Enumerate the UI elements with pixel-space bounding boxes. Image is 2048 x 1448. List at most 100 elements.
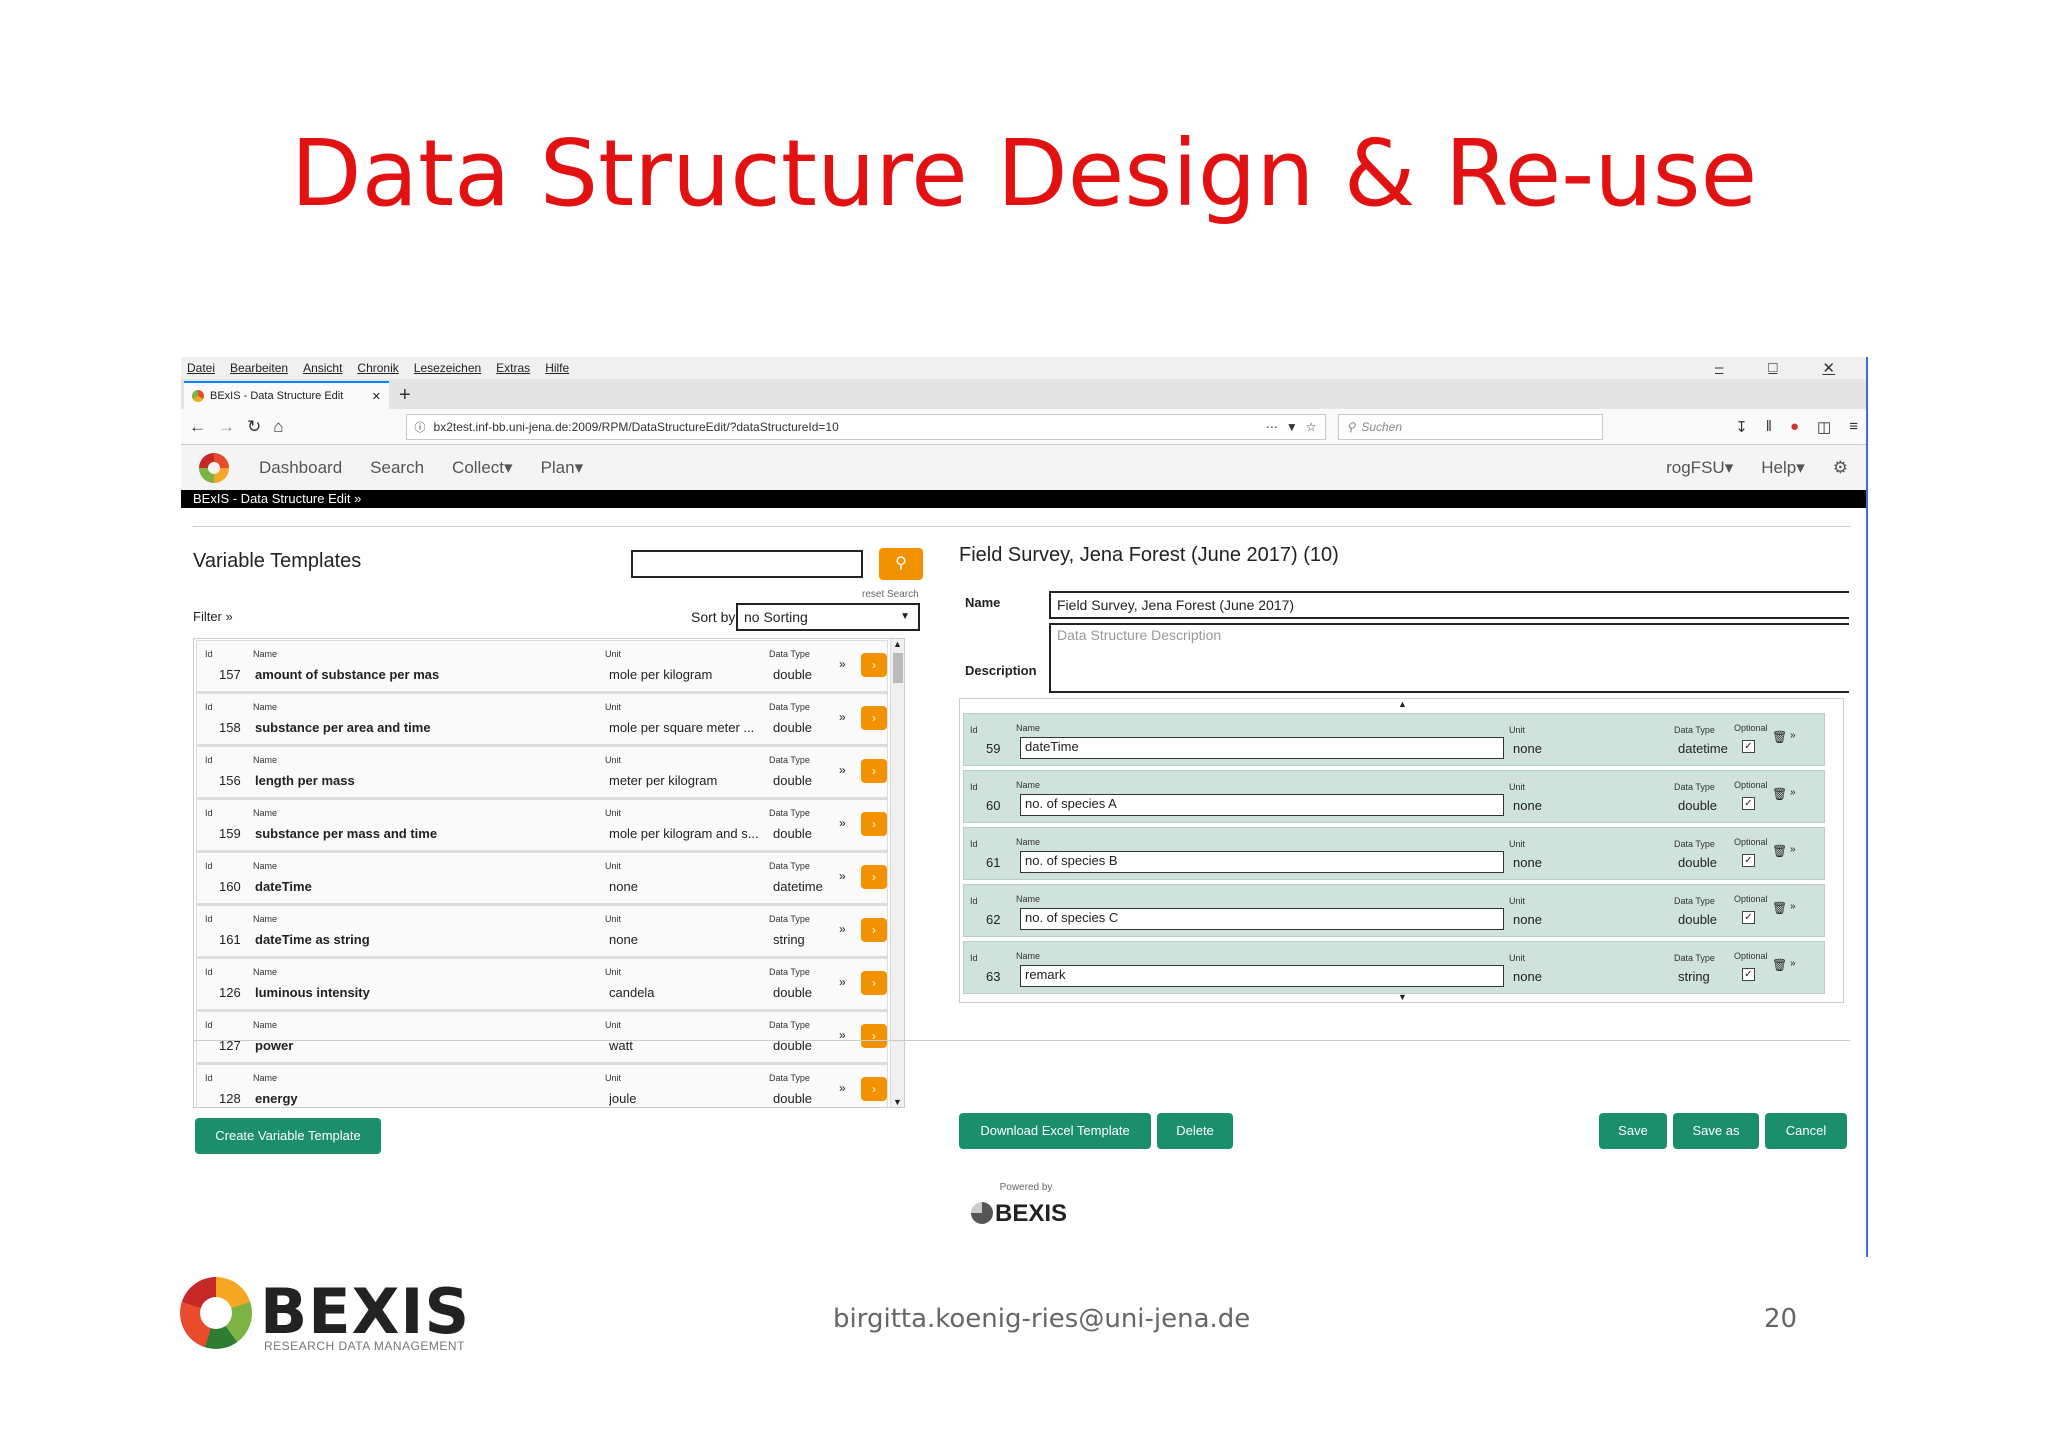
add-template-button[interactable]: › (861, 971, 887, 995)
template-row[interactable]: Id 159 Name substance per mass and time Unit… (196, 799, 888, 851)
expand-chevron-icon[interactable]: » (1790, 787, 1796, 798)
expand-chevron-icon[interactable]: » (839, 922, 846, 936)
back-icon[interactable]: ← (189, 417, 206, 437)
menu-lesezeichen[interactable]: Lesezeichen (414, 361, 481, 375)
reset-search-link[interactable]: reset Search (862, 589, 919, 600)
new-tab-icon[interactable]: + (399, 384, 411, 407)
expand-chevron-icon[interactable]: » (839, 1081, 846, 1095)
template-row[interactable]: Id 157 Name amount of substance per mas Unit… (196, 640, 888, 692)
url-bar[interactable]: ⓘ bx2test.inf-bb.uni-jena.de:2009/RPM/Da… (405, 413, 1326, 440)
menu-hilfe[interactable]: Hilfe (545, 361, 569, 375)
template-row[interactable]: Id 158 Name substance per area and time Unit… (196, 693, 888, 745)
scroll-up-icon[interactable]: ▲ (1398, 699, 1407, 709)
menu-datei[interactable]: Datei (187, 361, 215, 375)
nav-search[interactable]: Search (370, 458, 424, 478)
sort-select[interactable]: no Sorting ▼ (736, 603, 920, 631)
browser-tab[interactable]: BExIS - Data Structure Edit ✕ (184, 381, 389, 409)
reload-icon[interactable]: ↻ (247, 417, 261, 437)
optional-checkbox[interactable]: ✓ (1742, 797, 1755, 810)
expand-chevron-icon[interactable]: » (839, 869, 846, 883)
save-as-button[interactable]: Save as (1673, 1113, 1759, 1149)
cancel-button[interactable]: Cancel (1765, 1113, 1847, 1149)
hamburger-menu-icon[interactable]: ≡ (1849, 418, 1858, 436)
menu-chronik[interactable]: Chronik (357, 361, 398, 375)
expand-chevron-icon[interactable]: » (839, 975, 846, 989)
download-excel-template-button[interactable]: Download Excel Template (959, 1113, 1151, 1149)
data-structure-name-input[interactable]: Field Survey, Jena Forest (June 2017) (1049, 591, 1849, 619)
add-template-button[interactable]: › (861, 865, 887, 889)
settings-gear-icon[interactable]: ⚙ (1833, 458, 1848, 478)
add-template-button[interactable]: › (861, 653, 887, 677)
trash-icon[interactable]: 🗑 (1772, 901, 1787, 915)
save-button[interactable]: Save (1599, 1113, 1667, 1149)
template-search-button[interactable]: ⚲ (879, 548, 923, 580)
info-icon[interactable]: ⓘ (415, 419, 426, 435)
maximize-icon[interactable]: □ (1768, 359, 1777, 377)
scroll-down-icon[interactable]: ▼ (1398, 992, 1407, 1002)
add-template-button[interactable]: › (861, 759, 887, 783)
scroll-down-icon[interactable]: ▼ (893, 1097, 902, 1107)
optional-checkbox[interactable]: ✓ (1742, 911, 1755, 924)
trash-icon[interactable]: 🗑 (1772, 958, 1787, 972)
pocket-icon[interactable]: ▼ (1286, 420, 1298, 434)
template-row[interactable]: Id 127 Name power Unit watt Data Type double» › (196, 1011, 888, 1063)
expand-chevron-icon[interactable]: » (1790, 901, 1796, 912)
data-structure-description-input[interactable]: Data Structure Description (1049, 623, 1849, 693)
forward-icon[interactable]: → (218, 417, 235, 437)
delete-button[interactable]: Delete (1157, 1113, 1233, 1149)
filter-toggle[interactable]: Filter » (193, 609, 233, 624)
bexis-logo-icon[interactable] (199, 452, 229, 483)
template-row[interactable]: Id 126 Name luminous intensity Unit candela Da… (196, 958, 888, 1010)
page-actions-icon[interactable]: ⋯ (1266, 420, 1278, 434)
scroll-up-icon[interactable]: ▲ (893, 639, 902, 649)
expand-chevron-icon[interactable]: » (1790, 730, 1796, 741)
sidebar-icon[interactable]: ◫ (1817, 418, 1831, 436)
optional-checkbox[interactable]: ✓ (1742, 854, 1755, 867)
expand-chevron-icon[interactable]: » (839, 657, 846, 671)
close-window-icon[interactable]: ✕ (1822, 359, 1835, 377)
list-scrollbar[interactable]: ▲ ▼ (890, 639, 904, 1107)
variable-name-input[interactable]: dateTime (1020, 737, 1504, 759)
trash-icon[interactable]: 🗑 (1772, 730, 1787, 744)
adblock-icon[interactable]: ● (1790, 418, 1799, 436)
expand-chevron-icon[interactable]: » (1790, 844, 1796, 855)
expand-chevron-icon[interactable]: » (1790, 958, 1796, 969)
trash-icon[interactable]: 🗑 (1772, 844, 1787, 858)
template-row[interactable]: Id 160 Name dateTime Unit none Data Type dateti… (196, 852, 888, 904)
tab-close-icon[interactable]: ✕ (372, 390, 381, 403)
bookmark-star-icon[interactable]: ☆ (1306, 420, 1317, 434)
template-search-input[interactable] (631, 550, 863, 578)
scroll-thumb[interactable] (893, 653, 903, 683)
nav-collect[interactable]: Collect▾ (452, 458, 513, 478)
add-template-button[interactable]: › (861, 918, 887, 942)
expand-chevron-icon[interactable]: » (839, 763, 846, 777)
library-icon[interactable]: ‖ (1766, 418, 1772, 436)
home-icon[interactable]: ⌂ (273, 417, 283, 437)
menu-ansicht[interactable]: Ansicht (303, 361, 342, 375)
variable-name-input[interactable]: no. of species C (1020, 908, 1504, 930)
add-template-button[interactable]: › (861, 1077, 887, 1101)
template-row[interactable]: Id 156 Name length per mass Unit meter per ki… (196, 746, 888, 798)
template-row[interactable]: Id 128 Name energy Unit joule Data Type double »… (196, 1064, 888, 1107)
variable-name-input[interactable]: no. of species B (1020, 851, 1504, 873)
trash-icon[interactable]: 🗑 (1772, 787, 1787, 801)
variable-name-input[interactable]: remark (1020, 965, 1504, 987)
expand-chevron-icon[interactable]: » (839, 710, 846, 724)
menu-bearbeiten[interactable]: Bearbeiten (230, 361, 288, 375)
nav-help[interactable]: Help▾ (1761, 458, 1805, 478)
nav-plan[interactable]: Plan▾ (541, 458, 584, 478)
minimize-icon[interactable]: – (1715, 359, 1723, 377)
expand-chevron-icon[interactable]: » (839, 816, 846, 830)
variable-name-input[interactable]: no. of species A (1020, 794, 1504, 816)
menu-extras[interactable]: Extras (496, 361, 530, 375)
optional-checkbox[interactable]: ✓ (1742, 740, 1755, 753)
add-template-button[interactable]: › (861, 1024, 887, 1048)
nav-dashboard[interactable]: Dashboard (259, 458, 342, 478)
create-variable-template-button[interactable]: Create Variable Template (195, 1118, 381, 1154)
nav-user[interactable]: rogFSU▾ (1666, 458, 1733, 478)
browser-search-field[interactable]: ⚲ Suchen (1337, 413, 1603, 440)
download-icon[interactable]: ↧ (1735, 418, 1748, 436)
optional-checkbox[interactable]: ✓ (1742, 968, 1755, 981)
template-row[interactable]: Id 161 Name dateTime as string Unit none Data … (196, 905, 888, 957)
add-template-button[interactable]: › (861, 706, 887, 730)
